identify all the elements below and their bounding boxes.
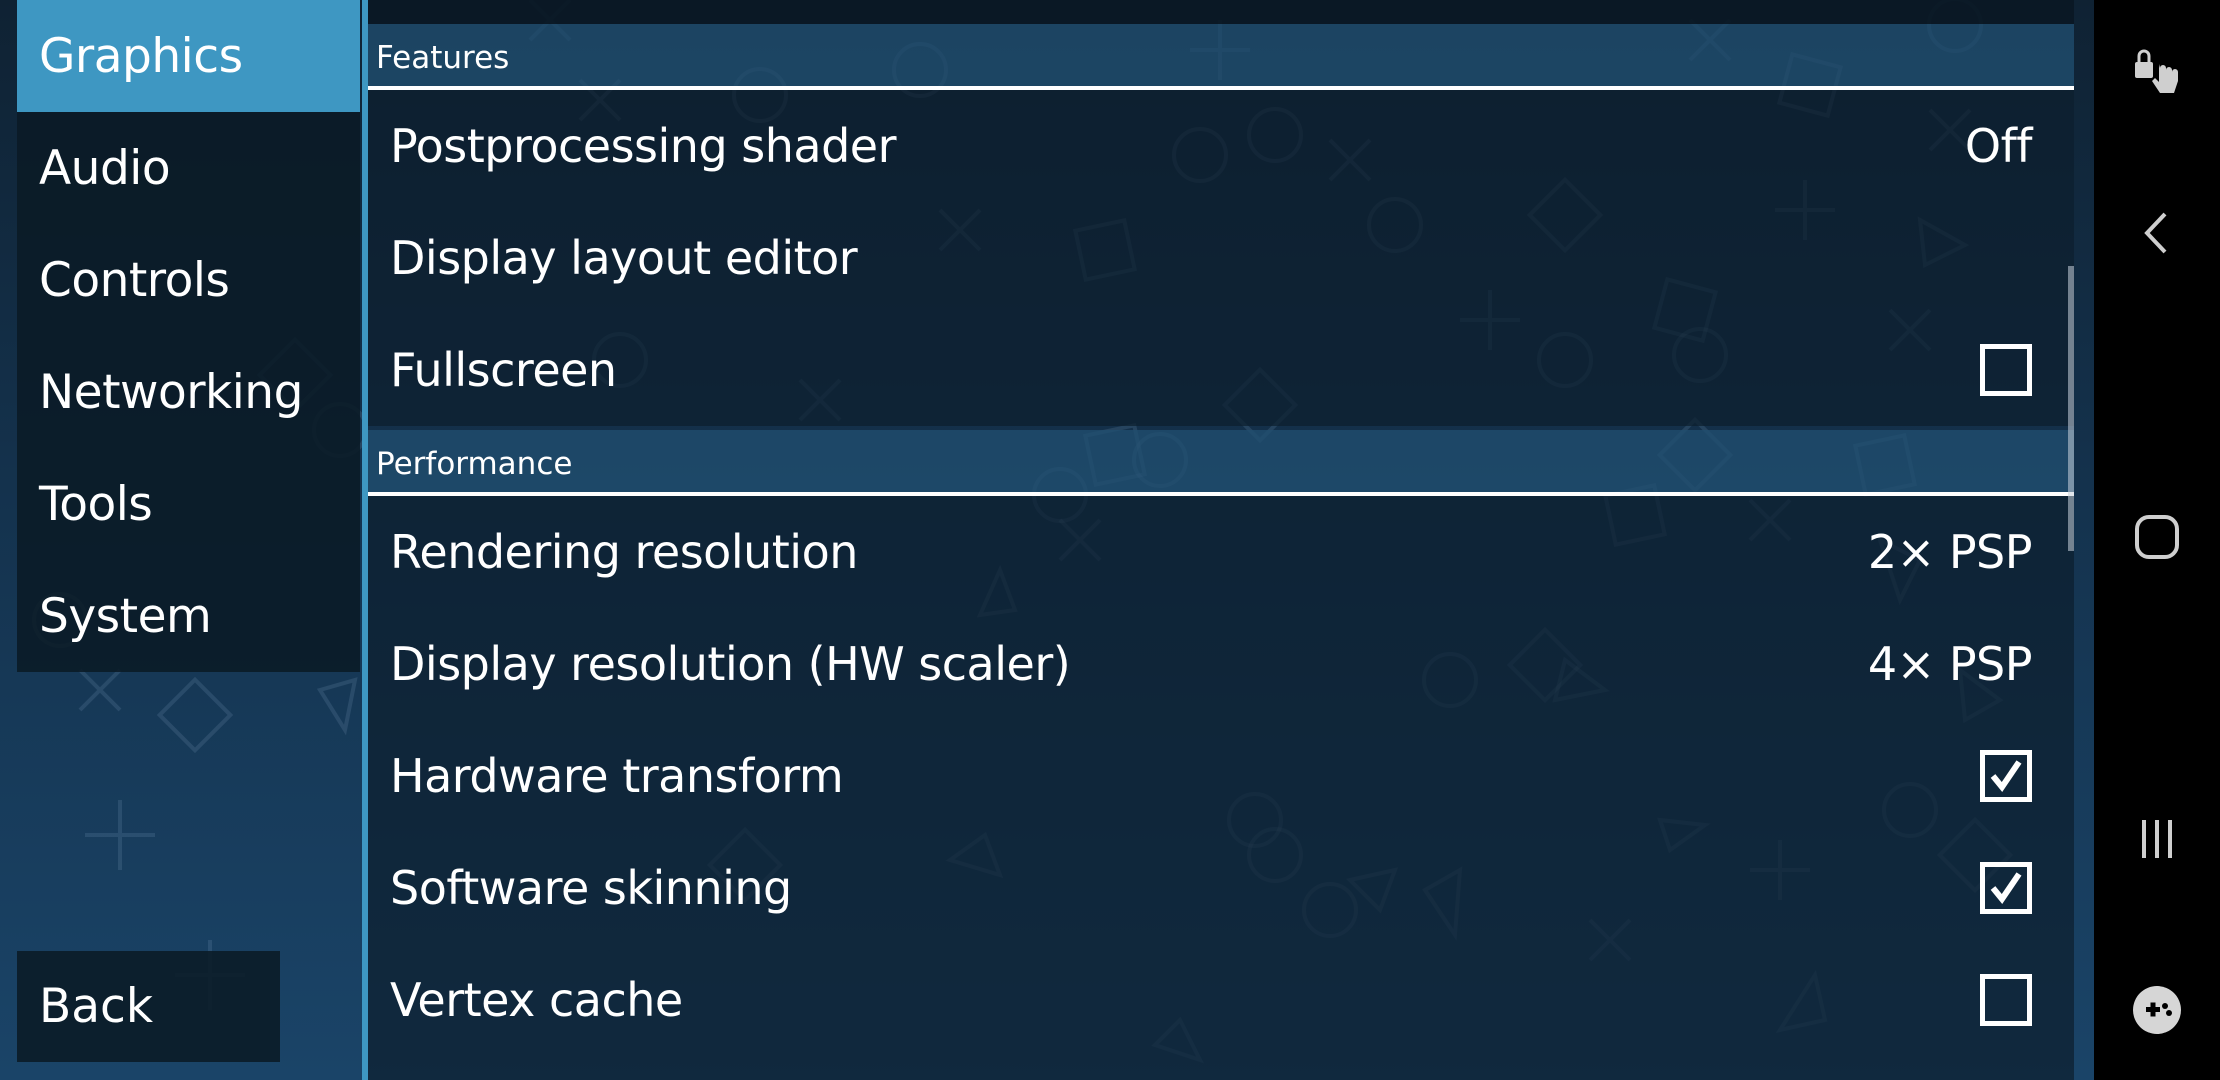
tab-label: System (39, 588, 212, 644)
settings-list[interactable]: Features Postprocessing shader Off Displ… (368, 0, 2074, 1080)
clipped-row (368, 0, 2074, 24)
home-icon[interactable] (2127, 507, 2187, 567)
tab-controls[interactable]: Controls (17, 224, 360, 336)
section-header-performance: Performance (368, 430, 2074, 496)
back-button[interactable]: Back (17, 951, 280, 1062)
setting-value: Off (1964, 119, 2033, 173)
setting-label: Vertex cache (390, 973, 683, 1027)
section-title: Features (376, 40, 510, 76)
setting-label: Hardware transform (390, 749, 844, 803)
clipped-row (368, 1056, 2074, 1080)
tab-graphics[interactable]: Graphics (17, 0, 360, 112)
tab-tools[interactable]: Tools (17, 448, 360, 560)
recents-icon[interactable] (2127, 809, 2187, 869)
tab-label: Audio (39, 140, 171, 196)
checkmark-icon (1990, 760, 2022, 793)
tab-label: Controls (39, 252, 230, 308)
setting-postprocessing-shader[interactable]: Postprocessing shader Off (368, 90, 2074, 202)
section-header-features: Features (368, 24, 2074, 90)
back-chevron-icon[interactable] (2127, 203, 2187, 263)
software-skinning-checkbox[interactable] (1980, 862, 2032, 914)
setting-value: 4× PSP (1867, 637, 2033, 691)
tab-label: Graphics (39, 28, 243, 84)
scrollbar[interactable] (2068, 266, 2074, 551)
setting-label: Fullscreen (390, 343, 617, 397)
setting-software-skinning[interactable]: Software skinning (368, 832, 2074, 944)
category-sidebar: Graphics Audio Controls Networking Tools… (17, 0, 360, 672)
tab-audio[interactable]: Audio (17, 112, 360, 224)
fullscreen-checkbox[interactable] (1980, 344, 2032, 396)
setting-display-layout-editor[interactable]: Display layout editor (368, 202, 2074, 314)
tab-label: Tools (39, 476, 153, 532)
setting-label: Postprocessing shader (390, 119, 897, 173)
tab-system[interactable]: System (17, 560, 360, 672)
back-label: Back (39, 979, 154, 1034)
setting-hardware-transform[interactable]: Hardware transform (368, 720, 2074, 832)
setting-label: Display resolution (HW scaler) (390, 637, 1071, 691)
checkmark-icon (1990, 872, 2022, 905)
touch-lock-icon[interactable] (2127, 40, 2187, 100)
setting-label: Software skinning (390, 861, 792, 915)
setting-vertex-cache[interactable]: Vertex cache (368, 944, 2074, 1056)
vertex-cache-checkbox[interactable] (1980, 974, 2032, 1026)
section-title: Performance (376, 446, 573, 482)
system-navigation-bar (2094, 0, 2220, 1080)
setting-value: 2× PSP (1867, 525, 2033, 579)
tab-networking[interactable]: Networking (17, 336, 360, 448)
setting-display-resolution[interactable]: Display resolution (HW scaler) 4× PSP (368, 608, 2074, 720)
setting-rendering-resolution[interactable]: Rendering resolution 2× PSP (368, 496, 2074, 608)
setting-label: Display layout editor (390, 231, 858, 285)
tab-label: Networking (39, 364, 303, 420)
hardware-transform-checkbox[interactable] (1980, 750, 2032, 802)
setting-label: Rendering resolution (390, 525, 858, 579)
game-tools-icon[interactable] (2127, 980, 2187, 1040)
setting-fullscreen[interactable]: Fullscreen (368, 314, 2074, 426)
